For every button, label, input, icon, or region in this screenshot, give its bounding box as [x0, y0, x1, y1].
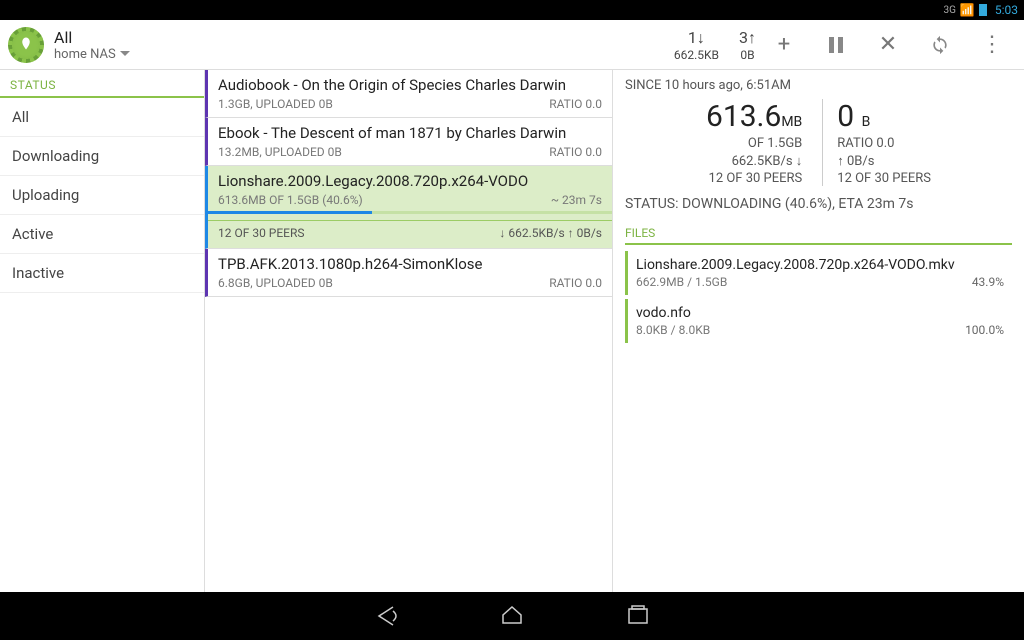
download-peers: 12 OF 30 PEERS — [706, 171, 802, 186]
file-percent: 43.9% — [972, 275, 1004, 289]
since-label: SINCE 10 hours ago, 6:51AM — [625, 78, 1012, 93]
peers-count: 12 OF 30 PEERS — [218, 226, 305, 240]
transfer-stats: 1↓ 662.5KB 3↑ 0B — [674, 28, 756, 62]
close-icon[interactable]: ✕ — [876, 33, 900, 57]
up-rate: 0B — [739, 48, 756, 62]
torrent-title: Lionshare.2009.Legacy.2008.720p.x264-VOD… — [218, 172, 602, 190]
page-title: All — [54, 28, 130, 47]
uploaded-value: 0 B — [837, 99, 931, 134]
file-percent: 100.0% — [965, 323, 1004, 337]
down-rate: 662.5KB — [674, 48, 719, 62]
download-rate: 662.5KB/s ↓ — [706, 153, 802, 169]
torrent-sub: 613.6MB OF 1.5GB (40.6%) — [218, 193, 363, 207]
upload-peers: 12 OF 30 PEERS — [837, 171, 931, 186]
progress-bar — [208, 211, 612, 214]
subtitle: home NAS — [54, 47, 130, 62]
up-count: 3↑ — [739, 28, 756, 48]
back-icon[interactable] — [373, 603, 399, 629]
torrent-sub: 6.8GB, UPLOADED 0B — [218, 276, 333, 290]
sidebar-item-all[interactable]: All — [0, 98, 204, 137]
sidebar-item-inactive[interactable]: Inactive — [0, 254, 204, 293]
recent-icon[interactable] — [625, 603, 651, 629]
title-dropdown[interactable]: All home NAS — [54, 28, 130, 62]
app-logo-icon[interactable] — [8, 27, 44, 63]
torrent-ratio: RATIO 0.0 — [549, 145, 602, 159]
file-size: 662.9MB / 1.5GB — [636, 275, 972, 289]
stats-row: 613.6MB OF 1.5GB 662.5KB/s ↓ 12 OF 30 PE… — [625, 99, 1012, 186]
android-status-bar: 3G 📶 5:03 — [0, 0, 1024, 20]
torrent-sub: 13.2MB, UPLOADED 0B — [218, 145, 342, 159]
file-row[interactable]: Lionshare.2009.Legacy.2008.720p.x264-VOD… — [625, 251, 1012, 295]
sidebar-header: STATUS — [0, 70, 204, 98]
sidebar-item-downloading[interactable]: Downloading — [0, 137, 204, 176]
torrent-title: Audiobook - On the Origin of Species Cha… — [218, 76, 602, 94]
torrent-ratio: ~ 23m 7s — [551, 193, 602, 207]
status-line: STATUS: DOWNLOADING (40.6%), ETA 23m 7s — [625, 196, 1012, 212]
battery-icon — [979, 4, 987, 16]
file-name: vodo.nfo — [636, 305, 965, 321]
action-bar: All home NAS 1↓ 662.5KB 3↑ 0B + ✕ ⋮ — [0, 20, 1024, 70]
android-nav-bar — [0, 592, 1024, 640]
torrent-row[interactable]: Lionshare.2009.Legacy.2008.720p.x264-VOD… — [205, 166, 612, 249]
detail-panel: SINCE 10 hours ago, 6:51AM 613.6MB OF 1.… — [613, 70, 1024, 592]
file-size: 8.0KB / 8.0KB — [636, 323, 965, 337]
overflow-icon[interactable]: ⋮ — [980, 33, 1004, 57]
torrent-list: Audiobook - On the Origin of Species Cha… — [205, 70, 613, 592]
files-header: FILES — [625, 220, 1012, 245]
torrent-row[interactable]: Audiobook - On the Origin of Species Cha… — [205, 70, 612, 118]
torrent-ratio: RATIO 0.0 — [549, 276, 602, 290]
torrent-sub: 1.3GB, UPLOADED 0B — [218, 97, 333, 111]
app-window: All home NAS 1↓ 662.5KB 3↑ 0B + ✕ ⋮ — [0, 20, 1024, 592]
peers-rate: ↓ 662.5KB/s ↑ 0B/s — [499, 226, 602, 240]
home-icon[interactable] — [499, 603, 525, 629]
pause-icon[interactable] — [824, 33, 848, 57]
torrent-title: Ebook - The Descent of man 1871 by Charl… — [218, 124, 602, 142]
downloaded-value: 613.6MB — [706, 99, 802, 134]
network-icon: 3G — [943, 5, 955, 16]
file-name: Lionshare.2009.Legacy.2008.720p.x264-VOD… — [636, 257, 972, 273]
clock: 5:03 — [995, 3, 1018, 17]
action-icons: + ✕ ⋮ — [772, 33, 1004, 57]
torrent-ratio: RATIO 0.0 — [549, 97, 602, 111]
ratio: RATIO 0.0 — [837, 136, 931, 151]
add-icon[interactable]: + — [772, 33, 796, 57]
signal-icon: 📶 — [960, 3, 975, 17]
sidebar-item-active[interactable]: Active — [0, 215, 204, 254]
chevron-down-icon — [120, 51, 130, 57]
torrent-row[interactable]: TPB.AFK.2013.1080p.h264-SimonKlose 6.8GB… — [205, 249, 612, 297]
refresh-icon[interactable] — [928, 33, 952, 57]
sidebar: STATUS All Downloading Uploading Active … — [0, 70, 205, 592]
upload-rate: ↑ 0B/s — [837, 153, 931, 169]
torrent-row[interactable]: Ebook - The Descent of man 1871 by Charl… — [205, 118, 612, 166]
downloaded-of: OF 1.5GB — [706, 136, 802, 151]
torrent-title: TPB.AFK.2013.1080p.h264-SimonKlose — [218, 255, 602, 273]
file-row[interactable]: vodo.nfo 8.0KB / 8.0KB100.0% — [625, 299, 1012, 343]
down-count: 1↓ — [674, 28, 719, 48]
sidebar-item-uploading[interactable]: Uploading — [0, 176, 204, 215]
